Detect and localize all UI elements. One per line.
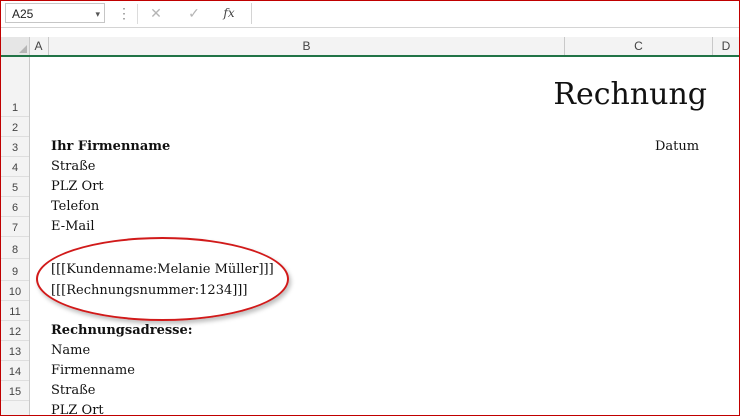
row-header-11[interactable]: 11 (1, 301, 29, 321)
plz-ort-cell[interactable]: PLZ Ort (51, 179, 104, 194)
phone-cell[interactable]: Telefon (51, 199, 99, 214)
row-header-5[interactable]: 5 (1, 177, 29, 197)
divider (137, 4, 138, 24)
formula-input[interactable] (251, 3, 739, 24)
column-header-d[interactable]: D (713, 37, 739, 55)
row-header-13[interactable]: 13 (1, 341, 29, 361)
invoice-title[interactable]: Rechnung (553, 77, 707, 112)
street-cell[interactable]: Straße (51, 159, 95, 174)
chevron-down-icon[interactable]: ▾ (95, 4, 100, 24)
row-header-2[interactable]: 2 (1, 117, 29, 137)
date-label-cell[interactable]: Datum (655, 139, 699, 154)
billing-plz-ort-cell[interactable]: PLZ Ort (51, 403, 104, 415)
cancel-icon[interactable]: ✕ (144, 3, 168, 23)
billing-company-cell[interactable]: Firmenname (51, 363, 135, 378)
row-header-3[interactable]: 3 (1, 137, 29, 157)
enter-icon[interactable]: ✓ (182, 3, 206, 23)
row-header-10[interactable]: 10 (1, 281, 29, 301)
row-header-8[interactable]: 8 (1, 237, 29, 259)
row-header-1[interactable]: 1 (1, 57, 29, 117)
insert-function-icon[interactable]: fx (217, 3, 241, 23)
email-cell[interactable]: E-Mail (51, 219, 95, 234)
formula-bar: A25 ▾ ⋮ ✕ ✓ fx (1, 1, 739, 28)
column-header-b[interactable]: B (49, 37, 565, 55)
column-header-a[interactable]: A (29, 37, 49, 55)
name-box-value: A25 (12, 7, 34, 21)
select-all-button[interactable] (1, 37, 30, 55)
billing-heading-cell[interactable]: Rechnungsadresse: (51, 323, 193, 338)
highlight-ellipse (36, 237, 289, 321)
row-header-bar: 1 2 3 4 5 6 7 8 9 10 11 12 13 14 15 (1, 57, 30, 415)
row-header-15[interactable]: 15 (1, 381, 29, 401)
toolbar-gap (1, 28, 739, 37)
billing-name-cell[interactable]: Name (51, 343, 90, 358)
excel-window: A25 ▾ ⋮ ✕ ✓ fx A B C D 1 2 3 4 5 6 7 8 9… (0, 0, 740, 416)
row-header-4[interactable]: 4 (1, 157, 29, 177)
billing-street-cell[interactable]: Straße (51, 383, 95, 398)
row-header-9[interactable]: 9 (1, 259, 29, 281)
column-header-c[interactable]: C (565, 37, 713, 55)
name-box[interactable]: A25 ▾ (5, 3, 105, 23)
row-header-14[interactable]: 14 (1, 361, 29, 381)
company-name-cell[interactable]: Ihr Firmenname (51, 139, 170, 154)
row-header-7[interactable]: 7 (1, 217, 29, 237)
row-header-12[interactable]: 12 (1, 321, 29, 341)
more-options-icon[interactable]: ⋮ (117, 3, 131, 23)
row-header-6[interactable]: 6 (1, 197, 29, 217)
